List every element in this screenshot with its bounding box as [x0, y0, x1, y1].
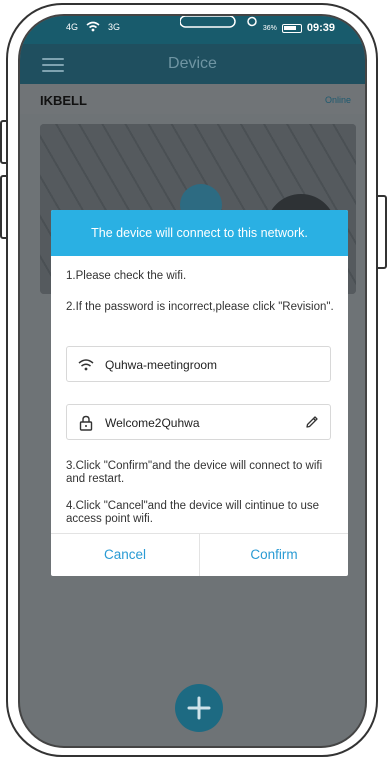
wifi-name-value: Quhwa-meetingroom — [105, 358, 218, 372]
battery-icon — [281, 23, 302, 33]
wifi-confirm-dialog: The device will connect to this network.… — [51, 210, 348, 576]
wifi-icon — [78, 359, 94, 371]
instruction-step-4: 4.Click "Cancel"and the device will cint… — [66, 500, 319, 525]
dialog-footer: Cancel Confirm — [51, 533, 348, 576]
status-right: 36% 09:39 — [263, 22, 335, 34]
plus-icon — [187, 696, 211, 720]
add-device-button[interactable] — [175, 684, 223, 732]
status-left: 4G 3G — [66, 21, 120, 32]
device-name: IKBELL — [40, 93, 87, 108]
device-status: Online — [324, 95, 351, 105]
app-header: Device — [20, 44, 365, 84]
instruction-step-3: 3.Click "Confirm"and the device will con… — [66, 460, 323, 485]
cancel-button[interactable]: Cancel — [51, 534, 199, 576]
wifi-name-field[interactable]: Quhwa-meetingroom — [66, 346, 331, 382]
lock-icon — [79, 415, 93, 431]
password-value: Welcome2Quhwa — [105, 416, 200, 430]
instruction-step-2: 2.If the password is incorrect,please cl… — [66, 301, 334, 313]
instruction-step-1: 1.Please check the wifi. — [66, 270, 187, 282]
status-time: 09:39 — [306, 22, 335, 34]
pencil-icon[interactable] — [304, 414, 320, 430]
page-title: Device — [168, 55, 217, 72]
signal-3g-label: 3G — [108, 21, 121, 32]
password-field[interactable]: Welcome2Quhwa — [66, 404, 331, 440]
status-bar: 4G 3G 36% 09:39 — [20, 16, 365, 44]
dialog-title: The device will connect to this network. — [51, 210, 348, 256]
device-row[interactable]: IKBELL Online — [20, 84, 365, 114]
wifi-status-icon — [86, 21, 100, 32]
battery-percent: 36% — [262, 24, 277, 32]
signal-4g-label: 4G — [66, 21, 79, 32]
confirm-button[interactable]: Confirm — [199, 534, 348, 576]
